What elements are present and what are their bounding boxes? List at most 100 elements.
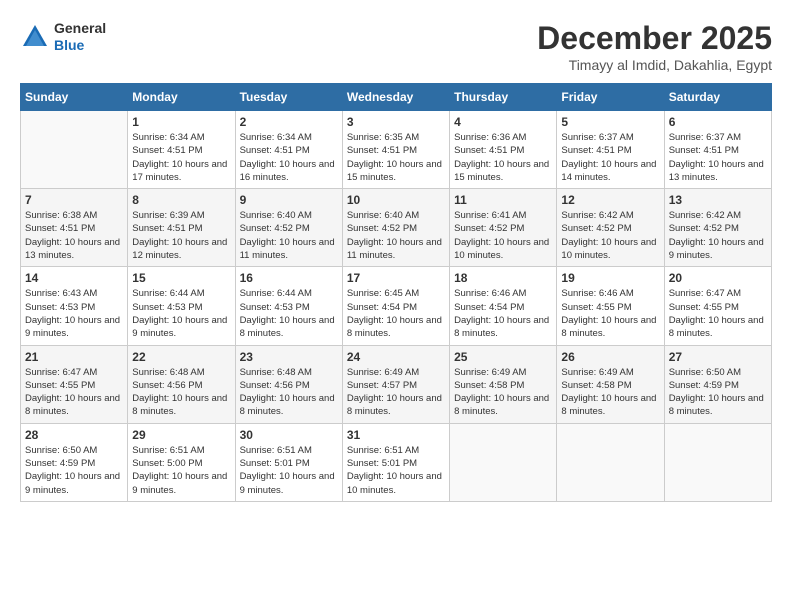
day-number: 5 (561, 115, 659, 129)
day-number: 13 (669, 193, 767, 207)
day-info: Sunrise: 6:49 AMSunset: 4:57 PMDaylight:… (347, 366, 445, 419)
calendar-cell: 29 Sunrise: 6:51 AMSunset: 5:00 PMDayligh… (128, 423, 235, 501)
logo-text: General Blue (54, 20, 106, 54)
day-number: 23 (240, 350, 338, 364)
day-number: 27 (669, 350, 767, 364)
calendar-cell: 17Sunrise: 6:45 AMSunset: 4:54 PMDayligh… (342, 267, 449, 345)
page-header: General Blue December 2025 Timayy al Imd… (20, 20, 772, 73)
logo-general: General (54, 20, 106, 37)
day-number: 10 (347, 193, 445, 207)
calendar-cell: 26 Sunrise: 6:49 AMSunset: 4:58 PMDayligh… (557, 345, 664, 423)
day-info: Sunrise: 6:42 AMSunset: 4:52 PMDaylight:… (669, 209, 767, 262)
day-number: 19 (561, 271, 659, 285)
day-info: Sunrise: 6:51 AMSunset: 5:00 PMDaylight:… (132, 444, 230, 497)
day-info: Sunrise: 6:50 AMSunset: 4:59 PMDaylight:… (25, 444, 123, 497)
day-number: 30 (240, 428, 338, 442)
calendar-cell: 21 Sunrise: 6:47 AMSunset: 4:55 PMDayligh… (21, 345, 128, 423)
day-info: Sunrise: 6:34 AMSunset: 4:51 PMDaylight:… (132, 131, 230, 184)
weekday-header: Friday (557, 84, 664, 111)
day-info: Sunrise: 6:34 AMSunset: 4:51 PMDaylight:… (240, 131, 338, 184)
weekday-header: Monday (128, 84, 235, 111)
logo: General Blue (20, 20, 106, 54)
calendar-cell: 24 Sunrise: 6:49 AMSunset: 4:57 PMDayligh… (342, 345, 449, 423)
calendar-cell: 15 Sunrise: 6:44 AMSunset: 4:53 PMDayligh… (128, 267, 235, 345)
day-info: Sunrise: 6:47 AMSunset: 4:55 PMDaylight:… (669, 287, 767, 340)
calendar-week-row: 7Sunrise: 6:38 AMSunset: 4:51 PMDaylight… (21, 189, 772, 267)
calendar-cell: 11 Sunrise: 6:41 AMSunset: 4:52 PMDayligh… (450, 189, 557, 267)
weekday-header: Wednesday (342, 84, 449, 111)
logo-icon (20, 22, 50, 52)
calendar-cell: 5 Sunrise: 6:37 AMSunset: 4:51 PMDaylight… (557, 111, 664, 189)
title-section: December 2025 Timayy al Imdid, Dakahlia,… (537, 20, 772, 73)
weekday-header: Thursday (450, 84, 557, 111)
day-number: 24 (347, 350, 445, 364)
day-number: 31 (347, 428, 445, 442)
day-info: Sunrise: 6:43 AMSunset: 4:53 PMDaylight:… (25, 287, 123, 340)
day-number: 18 (454, 271, 552, 285)
weekday-header: Tuesday (235, 84, 342, 111)
day-info: Sunrise: 6:48 AMSunset: 4:56 PMDaylight:… (132, 366, 230, 419)
calendar-cell: 27 Sunrise: 6:50 AMSunset: 4:59 PMDayligh… (664, 345, 771, 423)
calendar-cell: 12 Sunrise: 6:42 AMSunset: 4:52 PMDayligh… (557, 189, 664, 267)
day-info: Sunrise: 6:40 AMSunset: 4:52 PMDaylight:… (347, 209, 445, 262)
calendar-cell: 1Sunrise: 6:34 AMSunset: 4:51 PMDaylight… (128, 111, 235, 189)
calendar-cell (557, 423, 664, 501)
calendar-cell (664, 423, 771, 501)
month-title: December 2025 (537, 20, 772, 57)
day-info: Sunrise: 6:44 AMSunset: 4:53 PMDaylight:… (132, 287, 230, 340)
day-info: Sunrise: 6:39 AMSunset: 4:51 PMDaylight:… (132, 209, 230, 262)
day-number: 14 (25, 271, 123, 285)
calendar-cell: 31 Sunrise: 6:51 AMSunset: 5:01 PMDayligh… (342, 423, 449, 501)
calendar-table: SundayMondayTuesdayWednesdayThursdayFrid… (20, 83, 772, 502)
day-number: 22 (132, 350, 230, 364)
day-info: Sunrise: 6:37 AMSunset: 4:51 PMDaylight:… (561, 131, 659, 184)
day-number: 28 (25, 428, 123, 442)
day-number: 4 (454, 115, 552, 129)
calendar-cell: 16 Sunrise: 6:44 AMSunset: 4:53 PMDayligh… (235, 267, 342, 345)
calendar-cell: 18Sunrise: 6:46 AMSunset: 4:54 PMDayligh… (450, 267, 557, 345)
day-number: 29 (132, 428, 230, 442)
calendar-cell: 4 Sunrise: 6:36 AMSunset: 4:51 PMDaylight… (450, 111, 557, 189)
calendar-cell: 10 Sunrise: 6:40 AMSunset: 4:52 PMDayligh… (342, 189, 449, 267)
day-number: 20 (669, 271, 767, 285)
day-info: Sunrise: 6:51 AMSunset: 5:01 PMDaylight:… (347, 444, 445, 497)
day-info: Sunrise: 6:35 AMSunset: 4:51 PMDaylight:… (347, 131, 445, 184)
calendar-cell: 23 Sunrise: 6:48 AMSunset: 4:56 PMDayligh… (235, 345, 342, 423)
calendar-cell: 3 Sunrise: 6:35 AMSunset: 4:51 PMDaylight… (342, 111, 449, 189)
day-number: 3 (347, 115, 445, 129)
day-number: 25 (454, 350, 552, 364)
day-number: 21 (25, 350, 123, 364)
day-number: 17 (347, 271, 445, 285)
day-number: 11 (454, 193, 552, 207)
day-number: 12 (561, 193, 659, 207)
calendar-cell: 6 Sunrise: 6:37 AMSunset: 4:51 PMDaylight… (664, 111, 771, 189)
day-info: Sunrise: 6:36 AMSunset: 4:51 PMDaylight:… (454, 131, 552, 184)
day-number: 6 (669, 115, 767, 129)
calendar-cell: 28 Sunrise: 6:50 AMSunset: 4:59 PMDayligh… (21, 423, 128, 501)
day-info: Sunrise: 6:47 AMSunset: 4:55 PMDaylight:… (25, 366, 123, 419)
day-info: Sunrise: 6:49 AMSunset: 4:58 PMDaylight:… (561, 366, 659, 419)
weekday-header: Saturday (664, 84, 771, 111)
calendar-cell: 20 Sunrise: 6:47 AMSunset: 4:55 PMDayligh… (664, 267, 771, 345)
day-info: Sunrise: 6:37 AMSunset: 4:51 PMDaylight:… (669, 131, 767, 184)
weekday-header-row: SundayMondayTuesdayWednesdayThursdayFrid… (21, 84, 772, 111)
day-info: Sunrise: 6:48 AMSunset: 4:56 PMDaylight:… (240, 366, 338, 419)
calendar-cell: 7Sunrise: 6:38 AMSunset: 4:51 PMDaylight… (21, 189, 128, 267)
calendar-cell: 30 Sunrise: 6:51 AMSunset: 5:01 PMDayligh… (235, 423, 342, 501)
calendar-cell: 19Sunrise: 6:46 AMSunset: 4:55 PMDayligh… (557, 267, 664, 345)
calendar-cell: 2Sunrise: 6:34 AMSunset: 4:51 PMDaylight… (235, 111, 342, 189)
day-number: 15 (132, 271, 230, 285)
day-info: Sunrise: 6:42 AMSunset: 4:52 PMDaylight:… (561, 209, 659, 262)
day-number: 16 (240, 271, 338, 285)
day-info: Sunrise: 6:49 AMSunset: 4:58 PMDaylight:… (454, 366, 552, 419)
day-number: 26 (561, 350, 659, 364)
day-info: Sunrise: 6:51 AMSunset: 5:01 PMDaylight:… (240, 444, 338, 497)
calendar-cell: 14 Sunrise: 6:43 AMSunset: 4:53 PMDayligh… (21, 267, 128, 345)
day-info: Sunrise: 6:50 AMSunset: 4:59 PMDaylight:… (669, 366, 767, 419)
calendar-cell (450, 423, 557, 501)
day-info: Sunrise: 6:44 AMSunset: 4:53 PMDaylight:… (240, 287, 338, 340)
location: Timayy al Imdid, Dakahlia, Egypt (537, 57, 772, 73)
weekday-header: Sunday (21, 84, 128, 111)
day-info: Sunrise: 6:41 AMSunset: 4:52 PMDaylight:… (454, 209, 552, 262)
calendar-week-row: 14 Sunrise: 6:43 AMSunset: 4:53 PMDayligh… (21, 267, 772, 345)
